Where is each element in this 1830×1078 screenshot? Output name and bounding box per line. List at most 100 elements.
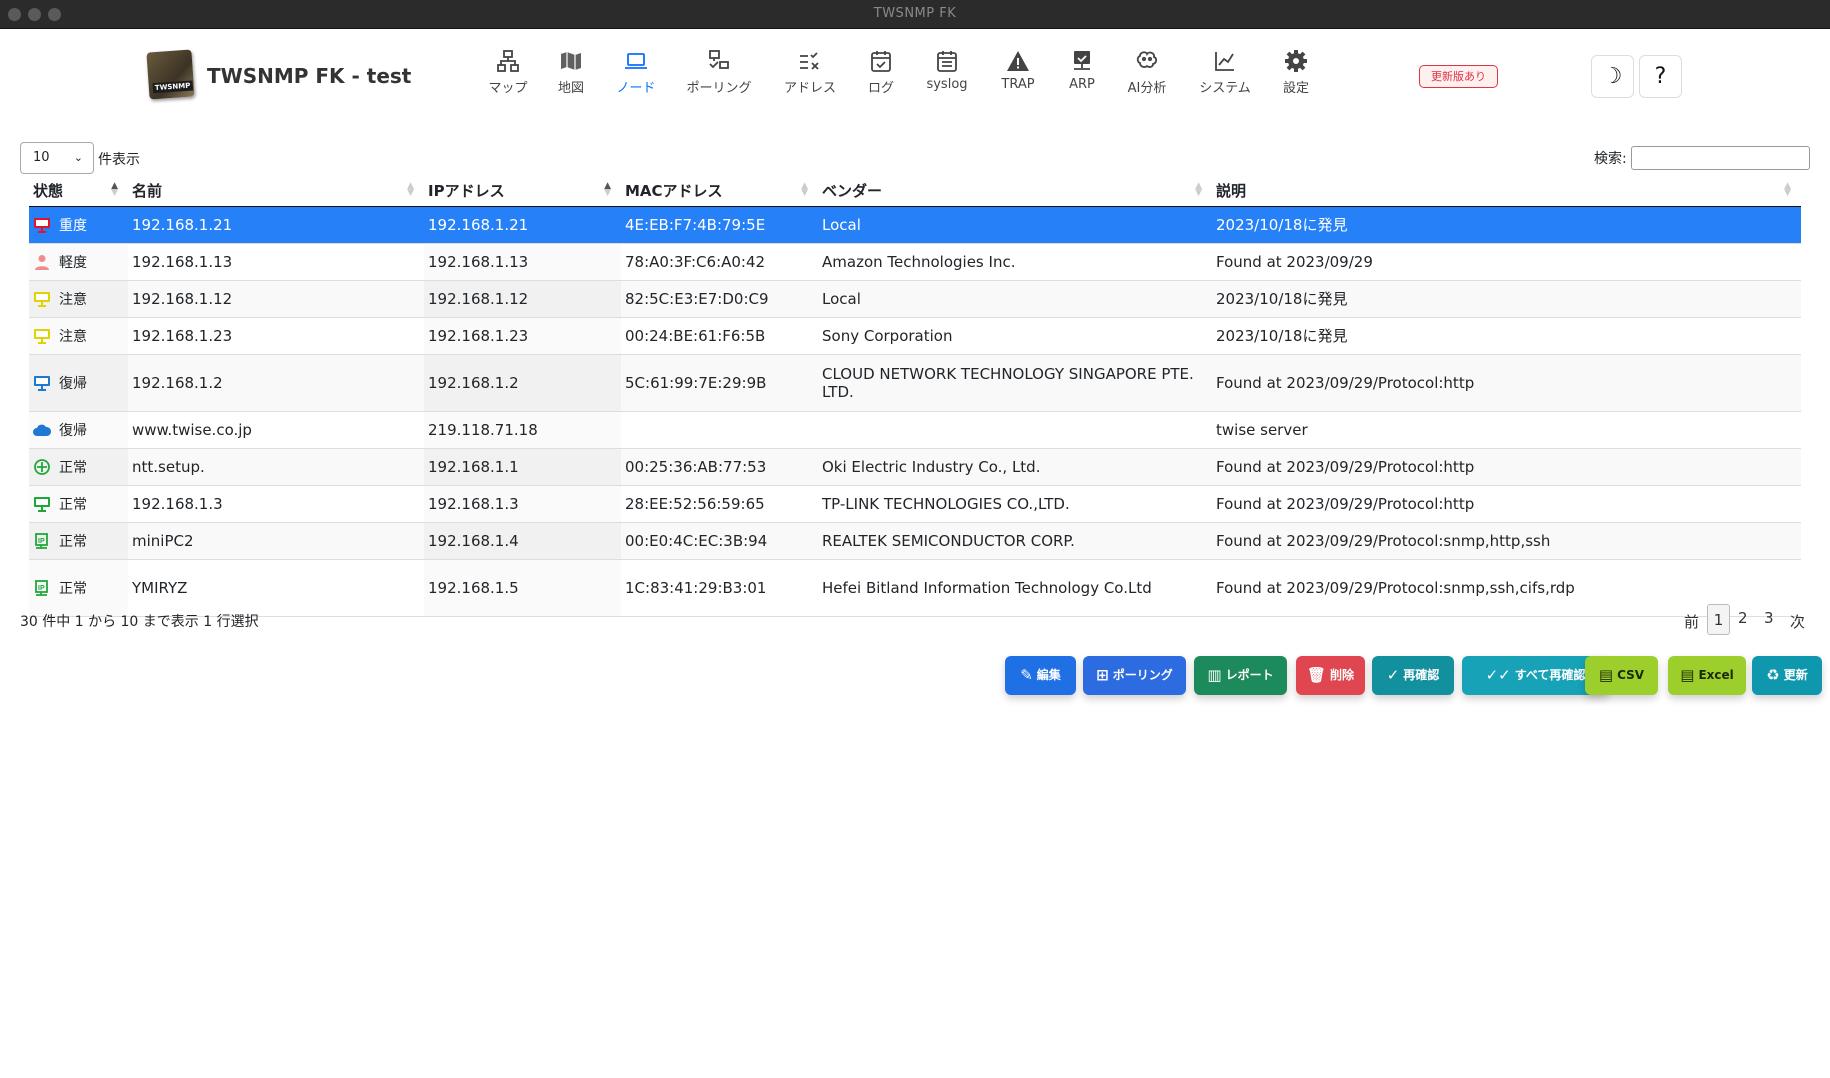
ip-device-icon: IP	[35, 579, 48, 596]
dark-mode-button[interactable]: ☽	[1591, 55, 1634, 98]
cell-name: 192.168.1.21	[128, 206, 424, 244]
column-header-state[interactable]: 状態 ▲ ▼	[29, 175, 128, 207]
nav-geo-map[interactable]: 地図	[554, 49, 588, 109]
search-input[interactable]	[1631, 146, 1810, 170]
page-length-suffix: 件表示	[98, 152, 140, 168]
table-row[interactable]: 正常 ntt.setup. 192.168.1.1 00:25:36:AB:77:53…	[29, 448, 1801, 486]
check-icon: ✓	[1386, 666, 1400, 684]
table-row[interactable]: 復帰 www.twise.co.jp 219.118.71.18 twise serv…	[29, 411, 1801, 449]
trash-icon: 🗑	[1306, 666, 1327, 684]
cell-ip: 192.168.1.12	[424, 280, 621, 318]
chevron-down-icon: ⌄	[73, 151, 83, 164]
cell-mac: 1C:83:41:29:B3:01	[621, 559, 818, 617]
file-excel-icon: ▤	[1680, 666, 1695, 684]
ip-device-icon: IP	[35, 532, 48, 549]
pager-page-2[interactable]: 2	[1738, 609, 1748, 627]
pager-next[interactable]: 次	[1790, 611, 1805, 632]
calendar-icon	[937, 51, 957, 72]
gear-icon	[1285, 50, 1307, 72]
action-button-6[interactable]: ▤ CSV	[1585, 656, 1658, 695]
table-row[interactable]: 復帰 192.168.1.2 192.168.1.2 5C:61:99:7E:29:9…	[29, 354, 1801, 412]
nav-log[interactable]: ログ	[866, 49, 896, 109]
cell-mac: 28:EE:52:56:59:65	[621, 485, 818, 523]
pager-prev[interactable]: 前	[1684, 611, 1699, 632]
table-row[interactable]: 注意 192.168.1.23 192.168.1.23 00:24:BE:61:F6…	[29, 317, 1801, 355]
cell-name: 192.168.1.13	[128, 243, 424, 281]
column-header-ip[interactable]: IPアドレス ▲ ▼	[424, 175, 621, 207]
update-available-badge[interactable]: 更新版あり	[1419, 65, 1498, 88]
table-row[interactable]: 正常 192.168.1.3 192.168.1.3 28:EE:52:56:59:6…	[29, 485, 1801, 523]
action-button-8[interactable]: ♻ 更新	[1752, 656, 1822, 695]
table-row[interactable]: 重度 192.168.1.21 192.168.1.21 4E:EB:F7:4B:79…	[29, 206, 1801, 244]
nav-arp[interactable]: ARP	[1066, 49, 1098, 109]
column-header-description[interactable]: 説明 ▲ ▼	[1212, 175, 1801, 207]
column-header-mac[interactable]: MACアドレス ▲ ▼	[621, 175, 818, 207]
cell-vendor: Oki Electric Industry Co., Ltd.	[818, 448, 1212, 486]
cell-mac: 4E:EB:F7:4B:79:5E	[621, 206, 818, 244]
action-button-7[interactable]: ▤ Excel	[1668, 656, 1746, 695]
action-label: CSV	[1617, 668, 1645, 682]
column-header-name[interactable]: 名前 ▲ ▼	[128, 175, 424, 207]
nav-node[interactable]: ノード	[612, 49, 660, 109]
help-button[interactable]: ?	[1639, 55, 1682, 98]
nav-label: 設定	[1282, 81, 1309, 96]
app-header: TWSNMP TWSNMP FK - test マップ 地図 ノード ポーリング…	[0, 29, 1830, 124]
cell-ip: 192.168.1.4	[424, 522, 621, 560]
cell-vendor: Sony Corporation	[818, 317, 1212, 355]
nav-trap[interactable]: TRAP	[998, 49, 1038, 109]
nav-label: syslog	[926, 77, 968, 92]
pager-page-3[interactable]: 3	[1764, 609, 1774, 627]
cell-description: twise server	[1212, 411, 1801, 449]
table-row[interactable]: IP 正常 YMIRYZ 192.168.1.5 1C:83:41:29:B3:01 He…	[29, 559, 1801, 617]
cell-vendor: CLOUD NETWORK TECHNOLOGY SINGAPORE PTE. …	[818, 354, 1212, 412]
page-length-select[interactable]: 10 ⌄	[20, 142, 94, 174]
cell-description: Found at 2023/09/29/Protocol:snmp,http,s…	[1212, 522, 1801, 560]
table-row[interactable]: 注意 192.168.1.12 192.168.1.12 82:5C:E3:E7:D0…	[29, 280, 1801, 318]
action-label: すべて再確認	[1514, 668, 1586, 682]
cell-ip: 192.168.1.23	[424, 317, 621, 355]
cell-mac: 78:A0:3F:C6:A0:42	[621, 243, 818, 281]
pager-page-1[interactable]: 1	[1707, 604, 1730, 635]
action-button-1[interactable]: ⊞ ポーリング	[1083, 656, 1186, 695]
edit-button[interactable]: ✎ 編集	[1005, 656, 1076, 695]
state-label: 復帰	[59, 422, 87, 439]
cell-ip: 219.118.71.18	[424, 411, 621, 449]
table-row[interactable]: IP 正常 miniPC2 192.168.1.4 00:E0:4C:EC:3B:94 R…	[29, 522, 1801, 560]
nav-label: アドレス	[783, 81, 836, 96]
nav-syslog[interactable]: syslog	[924, 49, 970, 109]
address-check-icon	[800, 52, 819, 70]
logo-text: TWSNMP	[152, 80, 193, 94]
cell-vendor: Local	[818, 206, 1212, 244]
nav-ai-analysis[interactable]: AI分析	[1126, 49, 1168, 109]
cell-state: 正常	[29, 485, 128, 523]
action-button-2[interactable]: ▥ レポート	[1194, 656, 1287, 695]
cell-ip: 192.168.1.3	[424, 485, 621, 523]
polling-icon	[709, 50, 729, 69]
line-chart-icon	[1215, 52, 1234, 71]
nav-address[interactable]: アドレス	[781, 49, 839, 109]
svg-text:IP: IP	[38, 538, 45, 545]
cell-name: 192.168.1.12	[128, 280, 424, 318]
nav-system[interactable]: システム	[1198, 49, 1252, 109]
table-row[interactable]: 軽度 192.168.1.13 192.168.1.13 78:A0:3F:C6:A0…	[29, 243, 1801, 281]
nav-settings[interactable]: 設定	[1281, 49, 1311, 109]
nav-polling[interactable]: ポーリング	[684, 49, 754, 109]
action-button-4[interactable]: ✓ 再確認	[1372, 656, 1454, 695]
nav-map[interactable]: マップ	[484, 49, 532, 109]
cell-state: IP 正常	[29, 559, 128, 617]
state-label: 軽度	[59, 254, 87, 271]
action-label: ポーリング	[1112, 668, 1173, 682]
column-header-vendor[interactable]: ベンダー ▲ ▼	[818, 175, 1212, 207]
action-button-3[interactable]: 🗑 削除	[1296, 656, 1365, 695]
cell-description: Found at 2023/09/29/Protocol:http	[1212, 485, 1801, 523]
cell-mac: 5C:61:99:7E:29:9B	[621, 354, 818, 412]
state-label: 正常	[59, 580, 87, 597]
nav-label: 地図	[557, 81, 584, 96]
monitor-icon	[34, 375, 50, 391]
svg-text:IP: IP	[38, 585, 45, 592]
cell-vendor	[818, 411, 1212, 449]
cell-name: 192.168.1.3	[128, 485, 424, 523]
cell-mac: 00:25:36:AB:77:53	[621, 448, 818, 486]
polling-icon: ⊞	[1096, 666, 1109, 684]
app-title: TWSNMP FK - test	[207, 64, 412, 88]
